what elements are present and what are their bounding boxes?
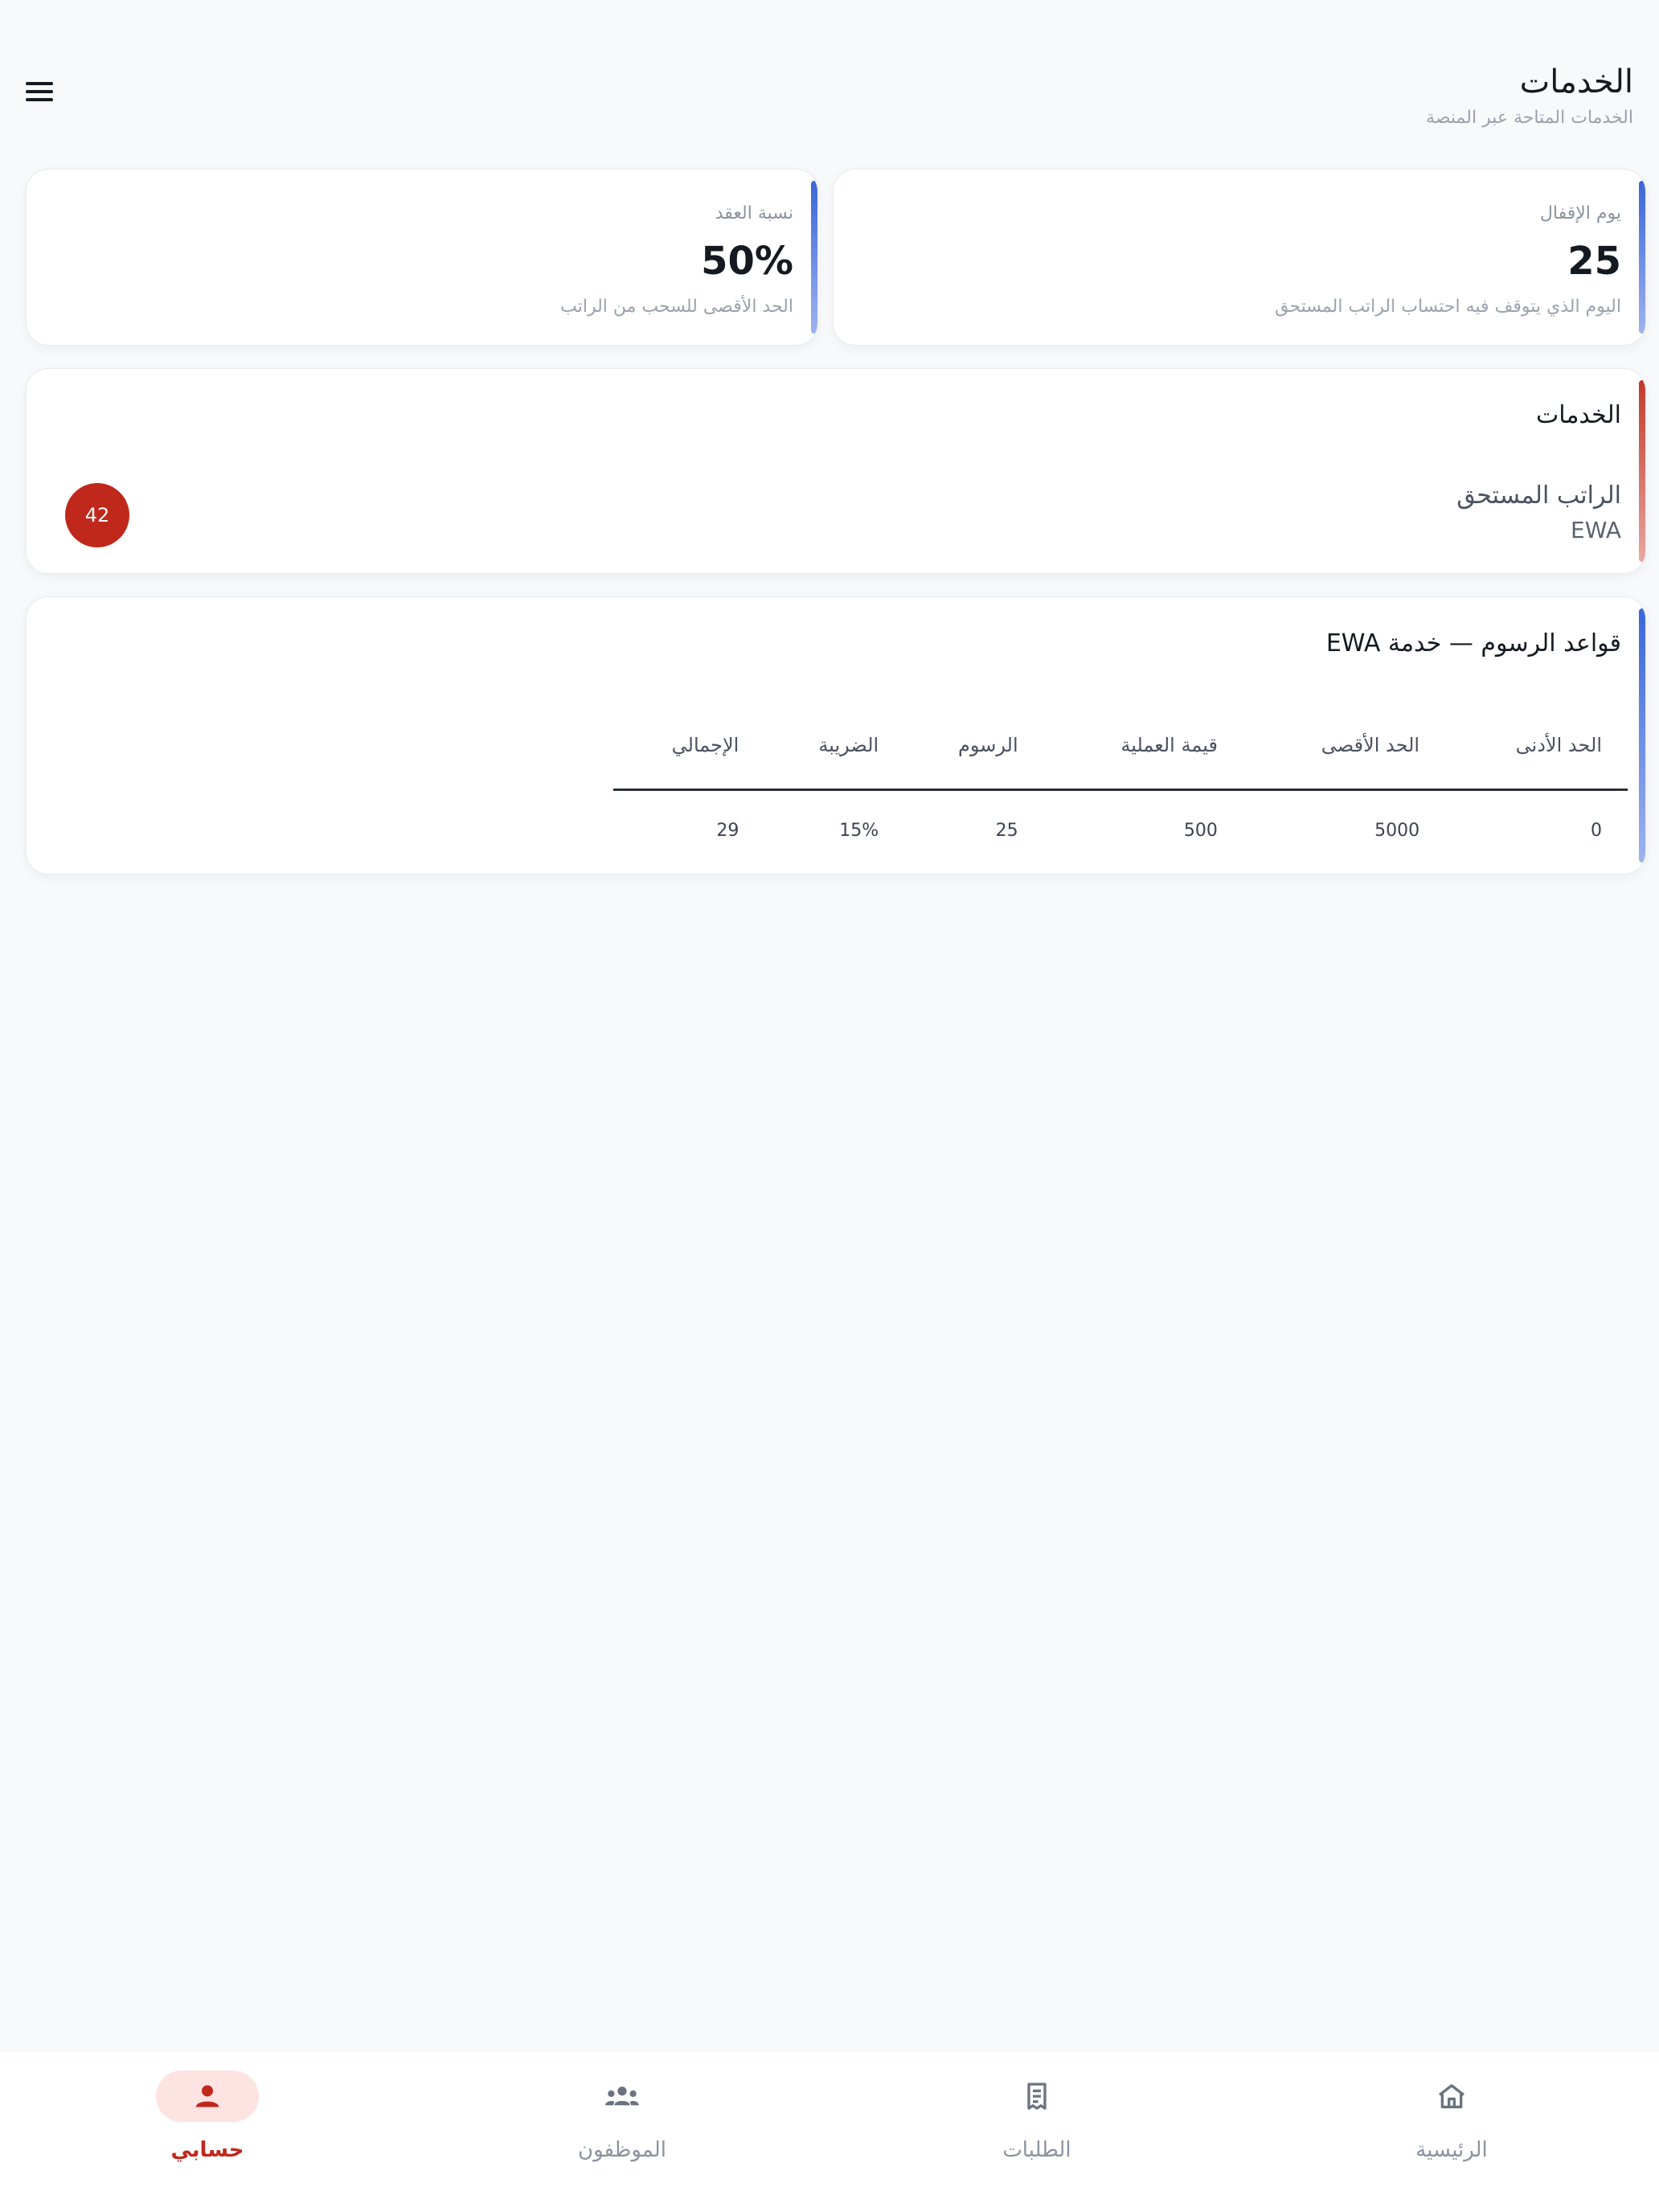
nav-item-account[interactable]: حسابي bbox=[0, 2051, 415, 2212]
service-count-badge: 42 bbox=[65, 483, 129, 547]
fee-rules-table: الحد الأدنى الحد الأقصى قيمة العملية الر… bbox=[613, 702, 1628, 870]
page-subtitle: الخدمات المتاحة عبر المنصة bbox=[1426, 108, 1633, 128]
fee-rules-title: قواعد الرسوم — خدمة EWA bbox=[1325, 629, 1621, 657]
contract-ratio-card: نسبة العقد 50% الحد الأقصى للسحب من الرا… bbox=[26, 169, 818, 346]
column-header: قيمة العملية bbox=[1043, 702, 1243, 791]
table-header-row: الحد الأدنى الحد الأقصى قيمة العملية الر… bbox=[613, 702, 1628, 791]
table-cell: 29 bbox=[716, 820, 739, 841]
nav-label: حسابي bbox=[170, 2138, 244, 2162]
service-item[interactable]: الراتب المستحق EWA 42 bbox=[27, 457, 1645, 562]
menu-icon[interactable] bbox=[26, 77, 55, 106]
column-header: الحد الأقصى bbox=[1243, 702, 1446, 791]
page-title: الخدمات bbox=[1519, 63, 1633, 100]
home-icon bbox=[1400, 2071, 1503, 2122]
table-cell: 15% bbox=[839, 820, 879, 841]
receipt-icon bbox=[985, 2071, 1088, 2122]
nav-item-requests[interactable]: الطلبات bbox=[830, 2051, 1244, 2212]
person-icon bbox=[156, 2071, 259, 2122]
service-code: EWA bbox=[1571, 517, 1621, 543]
table-cell: 5000 bbox=[1374, 820, 1420, 841]
stat-label: يوم الإقفال bbox=[1539, 203, 1621, 223]
fee-rules-card: قواعد الرسوم — خدمة EWA الحد الأدنى الحد… bbox=[26, 596, 1646, 875]
stat-value: 50% bbox=[701, 239, 793, 284]
service-name: الراتب المستحق bbox=[1456, 481, 1621, 510]
table-cell: 25 bbox=[995, 820, 1018, 841]
card-accent bbox=[1639, 608, 1645, 862]
card-accent bbox=[811, 181, 817, 334]
nav-label: الطلبات bbox=[1002, 2138, 1071, 2162]
page-header: الخدمات الخدمات المتاحة عبر المنصة bbox=[26, 63, 1633, 159]
group-icon bbox=[571, 2071, 674, 2122]
stat-value: 25 bbox=[1567, 239, 1621, 284]
table-cell: 0 bbox=[1591, 820, 1602, 841]
stat-note: الحد الأقصى للسحب من الراتب bbox=[560, 297, 793, 317]
stat-note: اليوم الذي يتوقف فيه احتساب الراتب المست… bbox=[1275, 297, 1621, 317]
column-header: الرسوم bbox=[904, 702, 1044, 791]
services-card: الخدمات الراتب المستحق EWA 42 bbox=[26, 368, 1646, 574]
column-header: الإجمالي bbox=[613, 702, 765, 791]
nav-item-employees[interactable]: الموظفون bbox=[415, 2051, 830, 2212]
services-title: الخدمات bbox=[1535, 401, 1621, 429]
table-row: 0 5000 500 25 15% 29 bbox=[613, 790, 1628, 870]
card-accent bbox=[1639, 181, 1645, 334]
closing-day-card: يوم الإقفال 25 اليوم الذي يتوقف فيه احتس… bbox=[833, 169, 1646, 346]
nav-label: الموظفون bbox=[578, 2138, 666, 2162]
table-cell: 500 bbox=[1183, 820, 1218, 841]
nav-item-home[interactable]: الرئيسية bbox=[1244, 2051, 1659, 2212]
bottom-nav: الرئيسية الطلبات الموظفون حسابي bbox=[0, 2050, 1659, 2212]
column-header: الضريبة bbox=[764, 702, 905, 791]
nav-label: الرئيسية bbox=[1415, 2138, 1488, 2162]
column-header: الحد الأدنى bbox=[1445, 702, 1628, 791]
stat-label: نسبة العقد bbox=[715, 203, 793, 223]
